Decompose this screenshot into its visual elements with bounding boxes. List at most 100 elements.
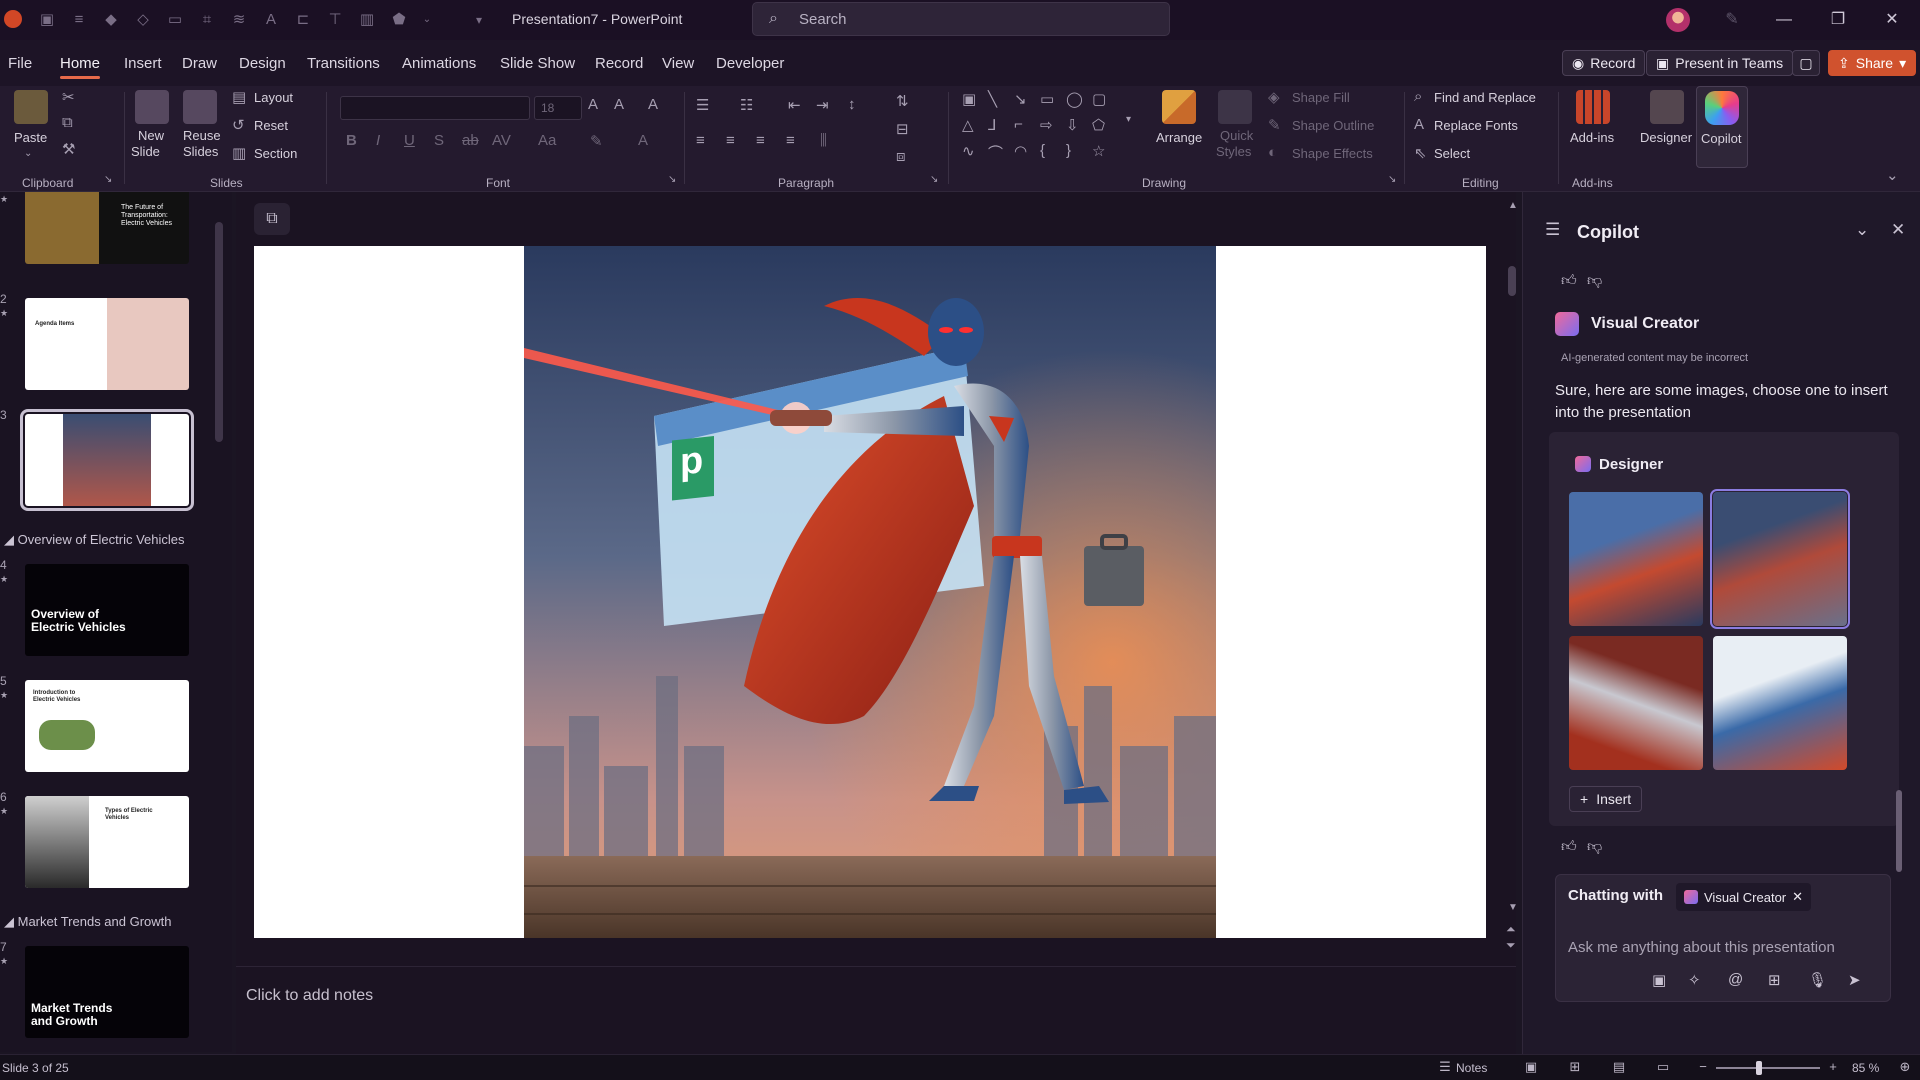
replace-fonts-button[interactable]: Replace Fonts bbox=[1434, 118, 1518, 133]
columns-icon[interactable]: ⫼ bbox=[820, 132, 827, 149]
present-in-teams-button[interactable]: ▣ Present in Teams bbox=[1646, 50, 1794, 76]
slide-thumbnail-5[interactable]: Introduction to Electric Vehicles bbox=[25, 680, 189, 772]
generated-image-3[interactable] bbox=[1569, 636, 1703, 770]
chevron-down-icon[interactable]: ⌄ bbox=[1855, 220, 1869, 240]
search-box[interactable]: ⌕ Search bbox=[752, 2, 1170, 36]
layout-icon[interactable]: ▤ bbox=[232, 88, 246, 106]
section-header-market[interactable]: ◢ Market Trends and Growth bbox=[4, 914, 172, 930]
smartart-icon[interactable]: ⧈ bbox=[896, 148, 906, 165]
shape-icon[interactable]: ⬟ bbox=[390, 11, 408, 29]
shape-outline-icon[interactable]: ✎ bbox=[1268, 116, 1281, 134]
share-button[interactable]: ⇪ Share ▾ bbox=[1828, 50, 1917, 76]
shape-effects-icon[interactable]: ◐ bbox=[1268, 144, 1277, 161]
justify-icon[interactable]: ≡ bbox=[786, 132, 795, 149]
slide-thumbnail-6[interactable]: Types of Electric Vehicles bbox=[25, 796, 189, 888]
menu-icon[interactable]: ☰ bbox=[1545, 220, 1560, 240]
clear-format-icon[interactable]: A bbox=[648, 96, 658, 113]
oval-shape-icon[interactable]: ◯ bbox=[1066, 90, 1083, 108]
font-name-dropdown[interactable] bbox=[340, 96, 530, 120]
shapes-gallery[interactable]: ▣ ╲ ↘ ▭ ◯ ▢ △ ⅃ ⌐ ⇨ ⇩ ⬠ ∿ ⌒ ◠ { } ☆ bbox=[958, 90, 1138, 170]
add-ins-button[interactable]: Add-ins bbox=[1570, 130, 1614, 145]
connector-shape-icon[interactable]: ⅃ bbox=[988, 116, 996, 134]
rectangle-shape-icon[interactable]: ▭ bbox=[1040, 90, 1054, 108]
diamond-icon[interactable]: ◆ bbox=[102, 11, 120, 29]
dropdown-icon[interactable]: ⌄ bbox=[418, 11, 436, 29]
slide-thumbnail-4[interactable]: Overview of Electric Vehicles bbox=[25, 564, 189, 656]
image-icon[interactable]: ▣ bbox=[1652, 971, 1666, 989]
layout-button[interactable]: Layout bbox=[254, 90, 293, 105]
comments-button[interactable]: ▢ bbox=[1792, 50, 1820, 76]
font-color-icon[interactable]: A bbox=[638, 132, 648, 149]
paste-dropdown-icon[interactable]: ⌄ bbox=[24, 148, 32, 159]
close-icon[interactable]: ✕ bbox=[1891, 220, 1905, 240]
prev-slide-icon[interactable]: ⏶ bbox=[1506, 922, 1516, 937]
tab-draw[interactable]: Draw bbox=[182, 55, 217, 72]
zoom-level[interactable]: 85 % bbox=[1852, 1061, 1879, 1075]
tab-home[interactable]: Home bbox=[60, 55, 101, 79]
sparkle-icon[interactable]: ✧ bbox=[1688, 971, 1701, 989]
send-icon[interactable]: ➤ bbox=[1848, 971, 1861, 989]
avatar[interactable] bbox=[1666, 8, 1690, 32]
slide-thumbnail-7[interactable]: Market Trends and Growth bbox=[25, 946, 189, 1038]
thumbs-down-icon[interactable]: 👎︎ bbox=[1587, 838, 1602, 856]
slide-thumbnail-3[interactable] bbox=[20, 409, 194, 511]
generated-image-1[interactable] bbox=[1569, 492, 1703, 626]
arrange-icon[interactable] bbox=[1162, 90, 1196, 124]
thumbs-up-icon[interactable]: 👍︎ bbox=[1561, 838, 1577, 856]
line-shape-icon[interactable]: ╲ bbox=[988, 90, 997, 108]
tab-transitions[interactable]: Transitions bbox=[307, 55, 380, 72]
zoom-slider[interactable] bbox=[1716, 1067, 1820, 1069]
right-brace-shape-icon[interactable]: } bbox=[1066, 142, 1071, 159]
align-center-icon[interactable]: ≡ bbox=[726, 132, 735, 149]
elbow-shape-icon[interactable]: ⌐ bbox=[1014, 116, 1023, 133]
present-icon[interactable]: ▭ bbox=[166, 11, 184, 29]
section-header-overview[interactable]: ◢ Overview of Electric Vehicles bbox=[4, 532, 185, 548]
char-spacing-icon[interactable]: AV bbox=[492, 132, 511, 149]
customize-qat-icon[interactable]: ▾ bbox=[470, 11, 488, 29]
normal-view-icon[interactable]: ▣ bbox=[1522, 1059, 1540, 1075]
textbox-shape-icon[interactable]: ▣ bbox=[962, 90, 976, 108]
left-brace-shape-icon[interactable]: { bbox=[1040, 142, 1045, 159]
format-painter-icon[interactable]: ⚒ bbox=[62, 140, 75, 158]
copy-icon[interactable]: ⧉ bbox=[62, 114, 73, 131]
reset-button[interactable]: Reset bbox=[254, 118, 288, 133]
format-icon[interactable]: ≋ bbox=[230, 11, 248, 29]
bold-icon[interactable]: B bbox=[346, 132, 357, 149]
strikethrough-icon[interactable]: ab bbox=[462, 132, 479, 149]
right-arrow-shape-icon[interactable]: ⇨ bbox=[1040, 116, 1053, 134]
minimize-button[interactable]: — bbox=[1770, 8, 1798, 32]
insert-button[interactable]: + Insert bbox=[1569, 786, 1643, 812]
reset-icon[interactable]: ↺ bbox=[232, 116, 245, 134]
find-icon[interactable]: ⌕ bbox=[1414, 88, 1422, 105]
down-arrow-shape-icon[interactable]: ⇩ bbox=[1066, 116, 1079, 134]
notes-placeholder[interactable]: Click to add notes bbox=[246, 987, 373, 1005]
underline-icon[interactable]: U bbox=[404, 132, 415, 149]
shadow-icon[interactable]: S bbox=[434, 132, 444, 149]
grow-font-icon[interactable]: A bbox=[588, 96, 598, 113]
reuse-slides-icon[interactable] bbox=[183, 90, 217, 124]
fit-to-window-icon[interactable]: ⊕ bbox=[1896, 1059, 1914, 1075]
cut-icon[interactable]: ✂ bbox=[62, 88, 75, 106]
undo-icon[interactable]: ≡ bbox=[70, 11, 88, 29]
remove-chip-icon[interactable]: ✕ bbox=[1792, 889, 1803, 905]
select-button[interactable]: Select bbox=[1434, 146, 1470, 161]
designer-button[interactable]: Designer bbox=[1640, 130, 1692, 145]
reuse-slides-button[interactable]: Reuse bbox=[183, 128, 221, 143]
drawing-launcher-icon[interactable]: ↘ bbox=[1388, 174, 1396, 185]
redo-icon[interactable]: ◇ bbox=[134, 11, 152, 29]
notes-icon[interactable]: ☰ bbox=[1436, 1059, 1454, 1075]
align-icon[interactable]: ⊏ bbox=[294, 11, 312, 29]
arc-shape-icon[interactable]: ◠ bbox=[1014, 142, 1027, 160]
close-button[interactable]: ✕ bbox=[1878, 8, 1906, 32]
search-input[interactable]: Search bbox=[799, 11, 847, 28]
agent-chip[interactable]: Visual Creator ✕ bbox=[1676, 883, 1812, 911]
find-replace-button[interactable]: Find and Replace bbox=[1434, 90, 1536, 105]
shapes-more-icon[interactable]: ▾ bbox=[1126, 114, 1131, 125]
generated-image-2[interactable] bbox=[1710, 489, 1850, 629]
section-icon[interactable]: ▥ bbox=[232, 144, 246, 162]
thumbs-up-icon[interactable]: 👍︎ bbox=[1561, 272, 1577, 290]
scroll-down-icon[interactable]: ▼ bbox=[1508, 902, 1518, 913]
triangle-shape-icon[interactable]: △ bbox=[962, 116, 974, 134]
hero-image[interactable]: p bbox=[524, 246, 1216, 938]
slide-sorter-icon[interactable]: ⊞ bbox=[1566, 1059, 1584, 1075]
